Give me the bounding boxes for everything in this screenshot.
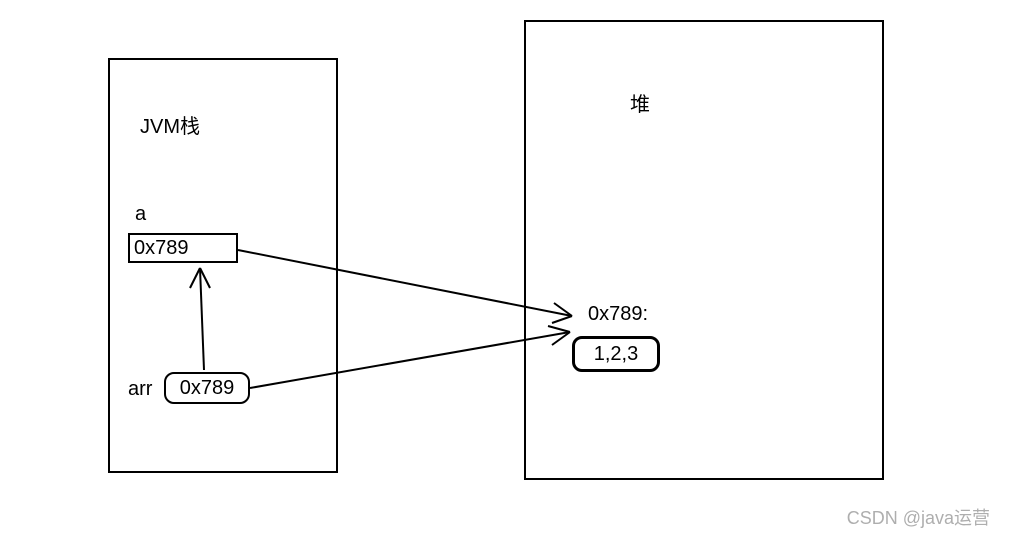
var-arr-label: arr <box>128 378 152 401</box>
var-a-value: 0x789 <box>134 237 189 259</box>
heap-box <box>524 20 884 480</box>
var-arr-cell: 0x789 <box>164 372 250 404</box>
heap-data-cell: 1,2,3 <box>572 336 660 372</box>
stack-title: JVM栈 <box>140 110 200 139</box>
var-arr-value: 0x789 <box>180 377 235 399</box>
heap-address-label: 0x789: <box>588 303 648 326</box>
watermark: CSDN @java运营 <box>847 504 990 530</box>
var-a-label: a <box>135 203 146 226</box>
heap-title: 堆 <box>630 88 650 117</box>
heap-data-value: 1,2,3 <box>594 343 638 365</box>
var-a-cell: 0x789 <box>128 233 238 263</box>
